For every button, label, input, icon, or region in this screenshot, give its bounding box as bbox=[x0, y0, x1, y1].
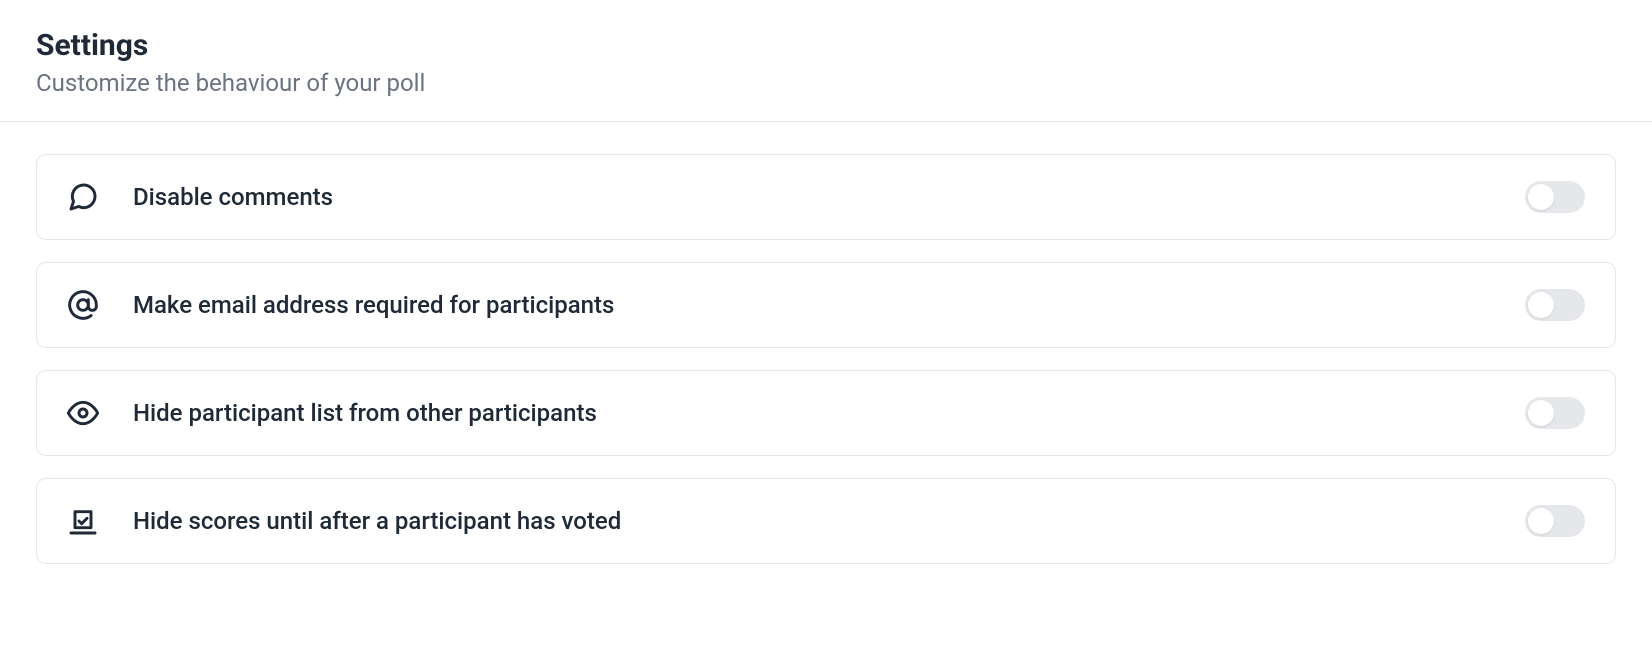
page-subtitle: Customize the behaviour of your poll bbox=[36, 69, 1616, 97]
vote-icon bbox=[67, 505, 99, 537]
setting-label: Hide participant list from other partici… bbox=[133, 399, 597, 427]
setting-label: Disable comments bbox=[133, 183, 333, 211]
setting-label: Hide scores until after a participant ha… bbox=[133, 507, 621, 535]
setting-hide-scores: Hide scores until after a participant ha… bbox=[36, 478, 1616, 564]
setting-left: Hide scores until after a participant ha… bbox=[67, 505, 621, 537]
settings-header: Settings Customize the behaviour of your… bbox=[0, 0, 1652, 122]
at-sign-icon bbox=[67, 289, 99, 321]
toggle-disable-comments[interactable] bbox=[1525, 181, 1585, 213]
toggle-knob bbox=[1528, 292, 1554, 318]
toggle-knob bbox=[1528, 508, 1554, 534]
message-circle-icon bbox=[67, 181, 99, 213]
setting-require-email: Make email address required for particip… bbox=[36, 262, 1616, 348]
toggle-knob bbox=[1528, 184, 1554, 210]
setting-left: Make email address required for particip… bbox=[67, 289, 614, 321]
page-title: Settings bbox=[36, 28, 1616, 63]
toggle-hide-participants[interactable] bbox=[1525, 397, 1585, 429]
setting-hide-participants: Hide participant list from other partici… bbox=[36, 370, 1616, 456]
setting-label: Make email address required for particip… bbox=[133, 291, 614, 319]
setting-disable-comments: Disable comments bbox=[36, 154, 1616, 240]
toggle-hide-scores[interactable] bbox=[1525, 505, 1585, 537]
setting-left: Hide participant list from other partici… bbox=[67, 397, 597, 429]
toggle-knob bbox=[1528, 400, 1554, 426]
eye-icon bbox=[67, 397, 99, 429]
setting-left: Disable comments bbox=[67, 181, 333, 213]
toggle-require-email[interactable] bbox=[1525, 289, 1585, 321]
settings-content: Disable comments Make email address requ… bbox=[0, 122, 1652, 618]
